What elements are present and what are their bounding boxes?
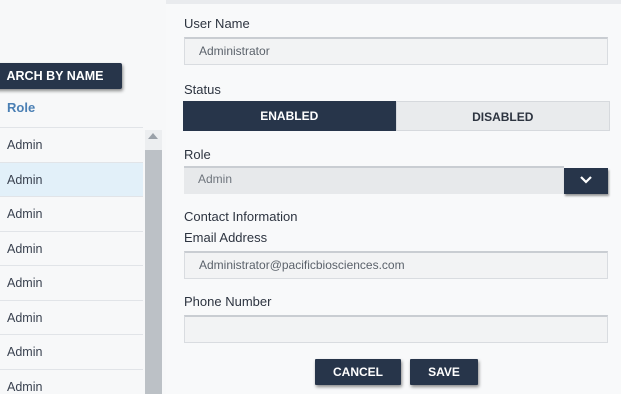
- role-dropdown-button[interactable]: [564, 168, 608, 194]
- email-field[interactable]: Administrator@pacificbiosciences.com: [184, 251, 608, 279]
- list-item[interactable]: Admin: [0, 230, 143, 266]
- scroll-up-arrow-icon[interactable]: [148, 133, 158, 139]
- user-list-panel: ARCH BY NAME Role Admin Admin Admin Admi…: [0, 0, 166, 394]
- user-details-form: User Name Administrator Status ENABLED D…: [166, 4, 621, 394]
- status-disabled-option[interactable]: DISABLED: [395, 101, 610, 131]
- list-item[interactable]: Admin: [0, 196, 143, 231]
- cancel-button[interactable]: CANCEL: [315, 359, 401, 385]
- list-item[interactable]: Admin: [0, 127, 143, 162]
- phone-number-field[interactable]: [184, 315, 608, 343]
- status-enabled-option[interactable]: ENABLED: [183, 101, 396, 131]
- contact-information-heading: Contact Information: [184, 209, 298, 224]
- list-item-selected[interactable]: Admin: [0, 161, 143, 196]
- email-address-label: Email Address: [184, 230, 268, 245]
- chevron-down-icon: [580, 176, 592, 184]
- status-toggle: ENABLED DISABLED: [183, 101, 610, 131]
- role-label: Role: [184, 147, 211, 162]
- list-scrollbar[interactable]: [145, 130, 162, 394]
- list-item[interactable]: Admin: [0, 299, 143, 335]
- phone-number-label: Phone Number: [184, 294, 272, 309]
- user-name-label: User Name: [184, 16, 250, 31]
- user-name-field[interactable]: Administrator: [184, 37, 608, 65]
- status-label: Status: [184, 82, 221, 97]
- list-item[interactable]: Admin: [0, 368, 143, 394]
- user-role-list: Admin Admin Admin Admin Admin Admin Admi…: [0, 127, 143, 394]
- list-item[interactable]: Admin: [0, 334, 143, 369]
- role-column-header[interactable]: Role: [7, 100, 35, 115]
- list-item[interactable]: Admin: [0, 265, 143, 300]
- role-select[interactable]: Admin: [184, 166, 564, 194]
- save-button[interactable]: SAVE: [410, 359, 478, 385]
- scroll-thumb[interactable]: [145, 150, 162, 394]
- search-by-name-button[interactable]: ARCH BY NAME: [0, 63, 122, 89]
